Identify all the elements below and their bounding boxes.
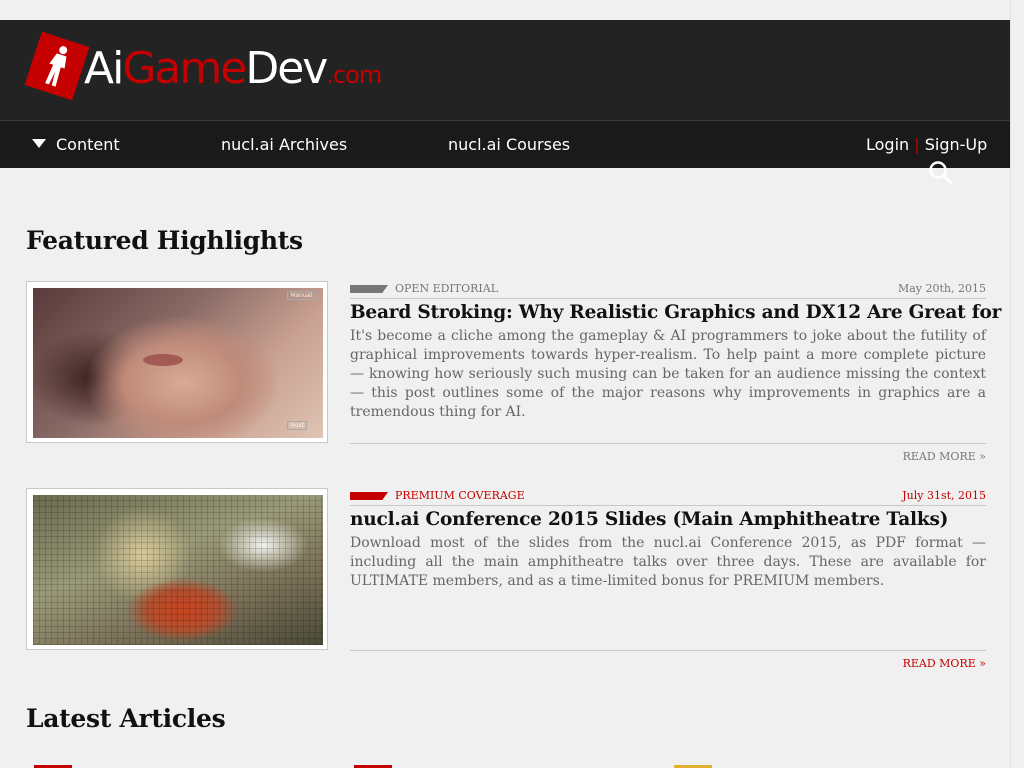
article-thumbnail[interactable]: Manual Next	[26, 281, 328, 443]
nav-courses-link[interactable]: nucl.ai Courses	[448, 135, 570, 154]
divider	[350, 505, 986, 506]
divider	[350, 443, 986, 444]
category-label[interactable]: OPEN EDITORIAL	[395, 282, 498, 295]
logo-ai: Ai	[84, 43, 124, 94]
read-more-link[interactable]: READ MORE »	[903, 450, 986, 463]
latest-heading: Latest Articles	[26, 704, 226, 733]
nav-account: Login | Sign-Up	[866, 135, 987, 154]
caret-down-icon	[32, 139, 46, 148]
image-detail	[143, 354, 183, 366]
thumb-tag-manual: Manual	[287, 291, 315, 300]
site-logo[interactable]: AiGameDev.com	[24, 31, 426, 104]
article-image	[33, 495, 323, 645]
read-more-link[interactable]: READ MORE »	[903, 657, 986, 670]
article-date: May 20th, 2015	[897, 282, 986, 295]
nav-separator: |	[914, 135, 920, 154]
thumb-tag-next: Next	[287, 421, 307, 430]
logo-game: Game	[122, 43, 247, 94]
article-excerpt: Download most of the slides from the nuc…	[350, 535, 986, 589]
signup-link[interactable]: Sign-Up	[925, 135, 988, 154]
divider	[350, 650, 986, 651]
category-label[interactable]: PREMIUM COVERAGE	[395, 489, 525, 502]
login-link[interactable]: Login	[866, 135, 909, 154]
divider	[350, 298, 986, 299]
article-excerpt: It's become a cliche among the gameplay …	[350, 328, 986, 420]
page-scrollbar[interactable]	[1010, 0, 1024, 768]
site-header: AiGameDev.com	[0, 20, 1011, 120]
featured-heading: Featured Highlights	[26, 226, 303, 255]
article-date: July 31st, 2015	[902, 489, 986, 502]
category-flag-icon	[350, 285, 388, 293]
logo-wordmark: AiGameDev.com	[84, 43, 382, 100]
nav-content-menu[interactable]: Content	[32, 135, 120, 154]
main-nav: Content nucl.ai Archives nucl.ai Courses…	[0, 120, 1011, 168]
logo-com: .com	[326, 61, 382, 89]
article-image: Manual Next	[33, 288, 323, 438]
runner-figure-icon	[24, 31, 90, 101]
article-title[interactable]: Beard Stroking: Why Realistic Graphics a…	[350, 302, 1001, 323]
category-flag-icon	[350, 492, 388, 500]
article-title[interactable]: nucl.ai Conference 2015 Slides (Main Amp…	[350, 509, 948, 530]
nav-content-label: Content	[56, 135, 120, 154]
search-icon[interactable]	[928, 160, 954, 190]
logo-dev: Dev	[245, 43, 328, 94]
article-thumbnail[interactable]	[26, 488, 328, 650]
nav-archives-link[interactable]: nucl.ai Archives	[221, 135, 347, 154]
